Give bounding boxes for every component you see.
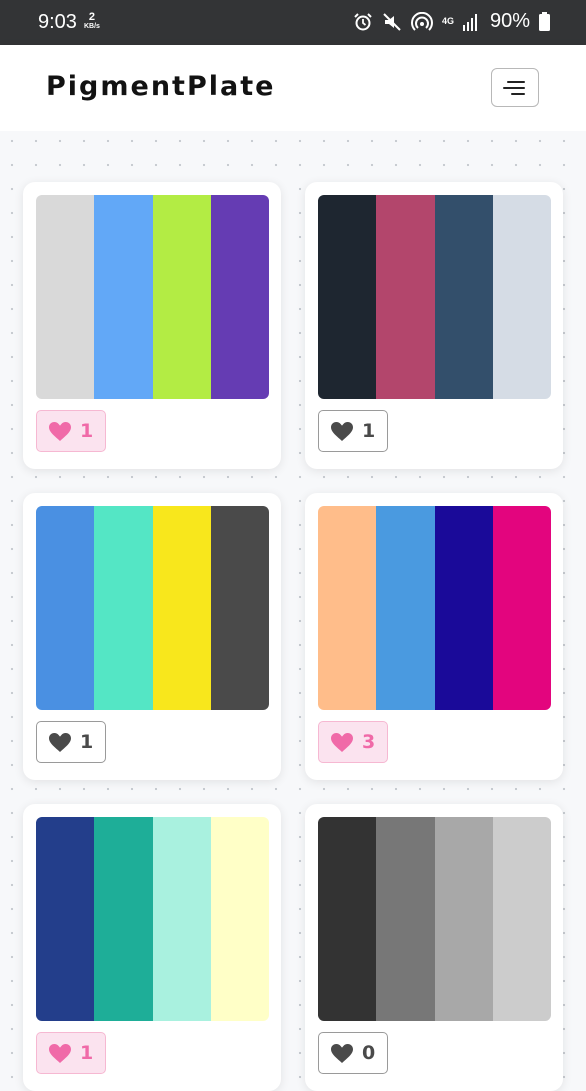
like-button[interactable]: 1: [36, 1032, 107, 1074]
status-time: 9:03: [38, 11, 77, 33]
color-swatch[interactable]: [210, 195, 269, 399]
color-swatch[interactable]: [434, 195, 493, 399]
battery-icon: [539, 12, 550, 31]
color-swatch[interactable]: [36, 817, 95, 1021]
network-speed-unit: KB/s: [84, 23, 100, 30]
like-count: 1: [80, 420, 94, 442]
menu-toggle-button[interactable]: [491, 68, 539, 107]
palette-card[interactable]: 1: [23, 493, 281, 780]
like-button[interactable]: 0: [318, 1032, 389, 1074]
network-speed: 2 KB/s: [84, 12, 100, 32]
palette-card[interactable]: 1: [305, 182, 563, 469]
app-header: PigmentPlate: [0, 45, 586, 131]
palette-swatches[interactable]: [36, 817, 269, 1021]
hotspot-icon: [410, 11, 433, 31]
battery-percent: 90%: [489, 10, 530, 32]
heart-icon: [331, 421, 353, 441]
like-button[interactable]: 1: [318, 410, 389, 452]
palette-swatches[interactable]: [318, 817, 551, 1021]
palette-grid: 1 1 1 3 1 0: [0, 131, 586, 1091]
like-count: 0: [362, 1042, 376, 1064]
color-swatch[interactable]: [376, 817, 435, 1021]
like-count: 1: [80, 1042, 94, 1064]
like-count: 1: [80, 731, 94, 753]
palette-card[interactable]: 0: [305, 804, 563, 1091]
color-swatch[interactable]: [434, 506, 493, 710]
palette-swatches[interactable]: [36, 195, 269, 399]
signal-icon: [462, 13, 477, 31]
alarm-icon: [354, 12, 372, 30]
mute-icon: [383, 12, 401, 31]
palette-card[interactable]: 1: [23, 804, 281, 1091]
color-swatch[interactable]: [94, 195, 153, 399]
network-speed-value: 2: [88, 11, 96, 23]
color-swatch[interactable]: [94, 817, 153, 1021]
color-swatch[interactable]: [318, 195, 377, 399]
color-swatch[interactable]: [210, 506, 269, 710]
palette-swatches[interactable]: [318, 195, 551, 399]
color-swatch[interactable]: [152, 506, 211, 710]
color-swatch[interactable]: [210, 817, 269, 1021]
status-icons: 4G 90%: [353, 10, 550, 33]
color-swatch[interactable]: [434, 817, 493, 1021]
heart-icon: [49, 421, 71, 441]
palette-swatches[interactable]: [318, 506, 551, 710]
color-swatch[interactable]: [318, 817, 377, 1021]
palette-card[interactable]: 3: [305, 493, 563, 780]
color-swatch[interactable]: [152, 817, 211, 1021]
like-count: 1: [362, 420, 376, 442]
heart-icon: [331, 1043, 353, 1063]
color-swatch[interactable]: [152, 195, 211, 399]
color-swatch[interactable]: [36, 195, 95, 399]
color-swatch[interactable]: [376, 195, 435, 399]
like-count: 3: [362, 731, 376, 753]
like-button[interactable]: 1: [36, 410, 107, 452]
color-swatch[interactable]: [376, 506, 435, 710]
palette-card[interactable]: 1: [23, 182, 281, 469]
like-button[interactable]: 3: [318, 721, 389, 763]
heart-icon: [49, 732, 71, 752]
brand-logo[interactable]: PigmentPlate: [46, 71, 275, 102]
palette-swatches[interactable]: [36, 506, 269, 710]
heart-icon: [331, 732, 353, 752]
color-swatch[interactable]: [492, 195, 551, 399]
color-swatch[interactable]: [492, 506, 551, 710]
network-type: 4G: [441, 16, 454, 26]
color-swatch[interactable]: [36, 506, 95, 710]
heart-icon: [49, 1043, 71, 1063]
status-bar: 9:03 2 KB/s 4G 90%: [0, 0, 586, 45]
color-swatch[interactable]: [94, 506, 153, 710]
color-swatch[interactable]: [318, 506, 377, 710]
like-button[interactable]: 1: [36, 721, 107, 763]
color-swatch[interactable]: [492, 817, 551, 1021]
